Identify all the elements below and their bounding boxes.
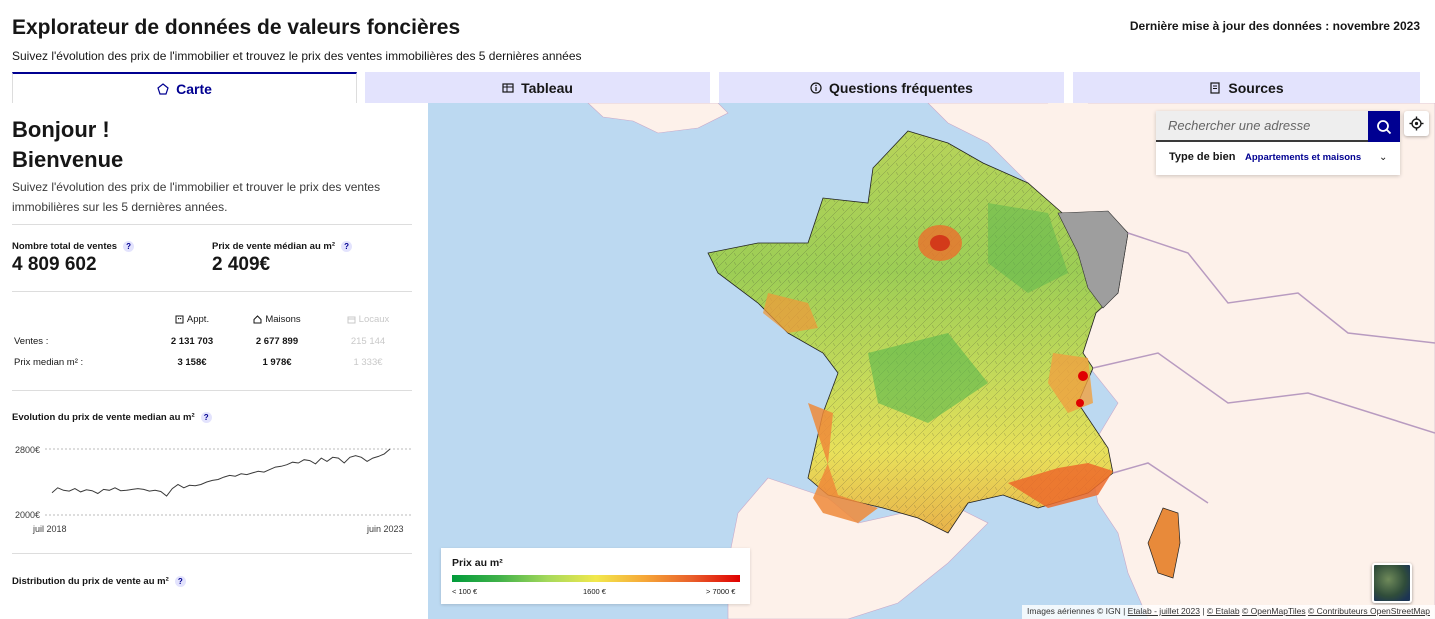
median-price-value: 2 409€ xyxy=(212,254,271,275)
info-icon xyxy=(810,81,822,94)
column-appt: Appt. xyxy=(157,314,227,325)
geolocate-button[interactable] xyxy=(1404,111,1429,136)
map-basemap xyxy=(587,103,1435,619)
help-icon[interactable]: ? xyxy=(341,241,353,252)
row-label-ventes: Ventes : xyxy=(14,336,49,347)
tab-carte[interactable]: Carte xyxy=(12,72,357,104)
satellite-toggle-button[interactable] xyxy=(1372,563,1412,603)
store-icon xyxy=(347,316,356,324)
divider xyxy=(12,553,412,554)
evolution-title: Evolution du prix de vente median au m² … xyxy=(12,412,212,423)
document-icon xyxy=(1210,81,1220,94)
total-sales-label: Nombre total de ventes ? xyxy=(12,241,135,252)
median-price-label: Prix de vente médian au m² ? xyxy=(212,241,353,252)
help-icon[interactable]: ? xyxy=(200,412,212,423)
x-axis-start: juil 2018 xyxy=(33,524,67,534)
legend-min: < 100 € xyxy=(452,587,478,596)
attribution-link[interactable]: Etalab - juillet 2023 xyxy=(1128,606,1200,616)
map-attribution: Images aériennes © IGN | Etalab - juille… xyxy=(1022,605,1435,619)
attribution-link[interactable]: © Etalab xyxy=(1207,606,1240,616)
distribution-title: Distribution du prix de vente au m² ? xyxy=(12,576,186,587)
greeting-line-1: Bonjour ! xyxy=(12,117,110,142)
tab-label: Carte xyxy=(176,81,212,97)
paris-core xyxy=(930,235,950,251)
land-uk xyxy=(587,103,729,134)
sidebar: Bonjour ! Bienvenue Suivez l'évolution d… xyxy=(0,103,428,619)
savoie-hotspot xyxy=(1076,399,1084,407)
cell-value: 2 677 899 xyxy=(255,336,299,347)
cell-value: 2 131 703 xyxy=(170,336,214,347)
cell-value: 3 158€ xyxy=(177,357,207,368)
map-canvas[interactable] xyxy=(428,103,1435,619)
search-button[interactable] xyxy=(1368,111,1400,142)
total-sales-value: 4 809 602 xyxy=(12,254,97,275)
tab-tableau[interactable]: Tableau xyxy=(365,72,710,103)
divider xyxy=(12,390,412,391)
row-label-prix: Prix median m² : xyxy=(14,357,84,368)
column-locaux: Locaux xyxy=(333,314,403,325)
greeting-line-2: Bienvenue xyxy=(12,147,124,172)
greeting: Bonjour ! Bienvenue xyxy=(12,115,123,175)
column-maisons: Maisons xyxy=(242,314,312,325)
search-panel: Type de bien Appartements et maisons ⌄ xyxy=(1156,111,1400,175)
map-pin-icon xyxy=(157,83,169,95)
divider xyxy=(12,224,412,225)
table-icon xyxy=(502,82,514,93)
cell-value: 1 978€ xyxy=(262,357,292,368)
attribution-link[interactable]: © OpenMapTiles xyxy=(1242,606,1306,616)
building-icon xyxy=(175,315,184,324)
last-update-text: Dernière mise à jour des données : novem… xyxy=(1129,19,1420,33)
property-type-select[interactable]: Appartements et maisons xyxy=(1245,152,1361,163)
tab-label: Sources xyxy=(1228,79,1284,96)
x-axis-end: juin 2023 xyxy=(367,524,404,534)
tab-label: Questions fréquentes xyxy=(829,79,973,96)
legend-color-scale xyxy=(452,575,740,582)
cell-value: 215 144 xyxy=(350,336,386,347)
legend-mid: 1600 € xyxy=(583,587,606,596)
evolution-chart xyxy=(45,448,412,516)
map-legend: Prix au m² < 100 € 1600 € > 7000 € xyxy=(441,548,750,604)
intro-text: Suivez l'évolution des prix de l'immobil… xyxy=(12,180,381,214)
help-icon[interactable]: ? xyxy=(174,576,186,587)
property-type-label: Type de bien xyxy=(1169,151,1236,163)
help-icon[interactable]: ? xyxy=(123,241,135,252)
geneva-hotspot xyxy=(1078,371,1088,381)
legend-max: > 7000 € xyxy=(706,587,736,596)
tab-sources[interactable]: Sources xyxy=(1073,72,1420,103)
page-title: Explorateur de données de valeurs fonciè… xyxy=(12,16,461,39)
page-subtitle: Suivez l'évolution des prix de l'immobil… xyxy=(12,49,582,63)
search-input[interactable] xyxy=(1156,111,1368,142)
search-icon xyxy=(1377,119,1392,134)
legend-title: Prix au m² xyxy=(452,557,503,569)
tab-bar: Carte Tableau Questions fréquentes Sourc… xyxy=(12,72,1420,104)
header: Explorateur de données de valeurs fonciè… xyxy=(0,0,1435,72)
cell-value: 1 333€ xyxy=(353,357,383,368)
chevron-down-icon[interactable]: ⌄ xyxy=(1379,152,1387,163)
divider xyxy=(12,291,412,292)
house-icon xyxy=(253,315,262,324)
tab-questions[interactable]: Questions fréquentes xyxy=(719,72,1064,103)
attribution-link[interactable]: © Contributeurs OpenStreetMap xyxy=(1308,606,1430,616)
evolution-line xyxy=(51,448,391,497)
tab-label: Tableau xyxy=(521,79,573,96)
crosshair-icon xyxy=(1409,116,1424,131)
